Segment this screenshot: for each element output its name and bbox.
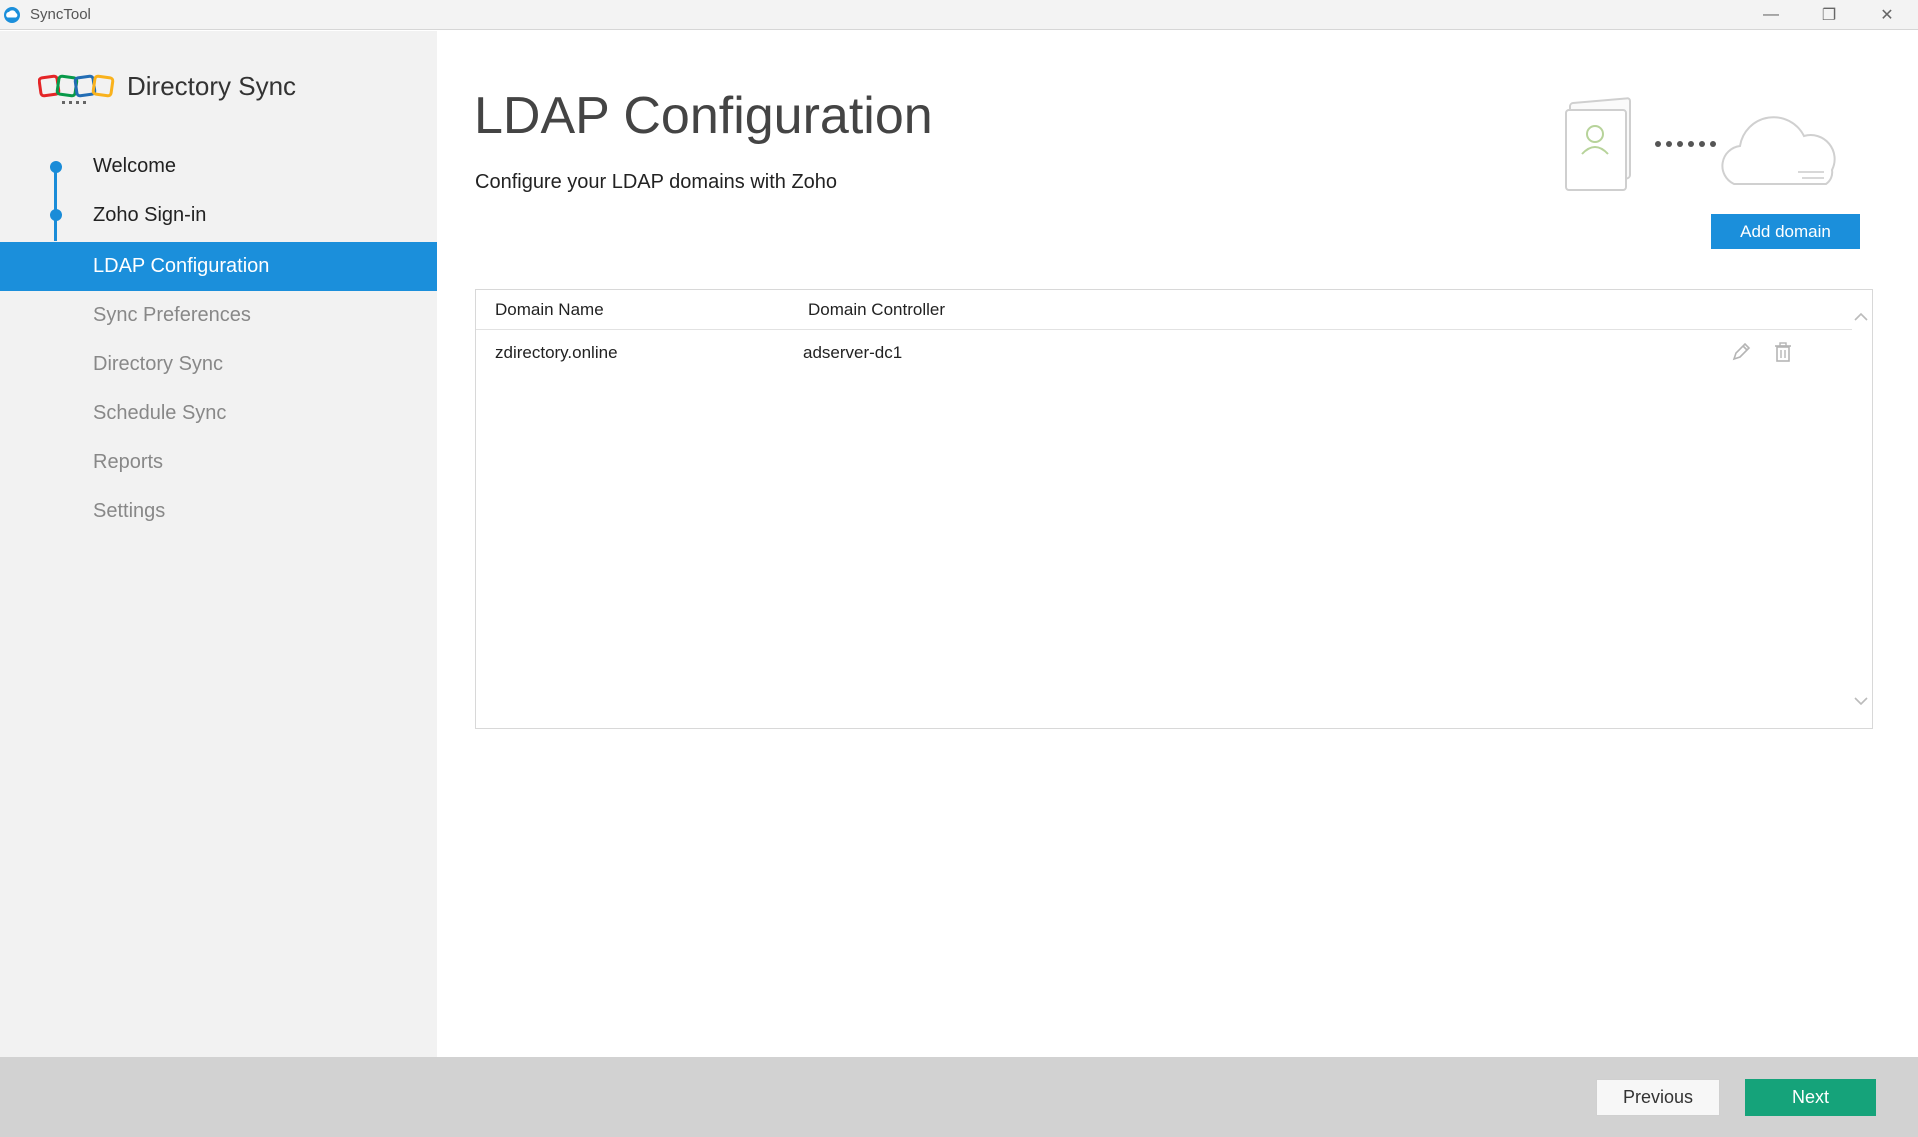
- close-icon: ✕: [1880, 7, 1894, 24]
- app-brand-title: Directory Sync: [127, 71, 297, 101]
- sidebar-item-schedule-sync[interactable]: Schedule Sync: [0, 389, 437, 438]
- sidebar-item-label: Settings: [93, 500, 166, 522]
- sidebar-item-label: Zoho Sign-in: [93, 204, 207, 226]
- sidebar-item-sync-preferences[interactable]: Sync Preferences: [0, 291, 437, 340]
- sidebar-item-welcome[interactable]: Welcome: [0, 142, 437, 191]
- sidebar-item-ldap-configuration[interactable]: LDAP Configuration: [0, 242, 437, 291]
- cell-domain-name: zdirectory.online: [495, 343, 618, 362]
- sidebar-item-label: LDAP Configuration: [93, 255, 270, 277]
- sidebar-item-zoho-sign-in[interactable]: Zoho Sign-in: [0, 191, 437, 240]
- add-domain-button[interactable]: Add domain: [1711, 214, 1860, 249]
- scroll-up-icon: [1854, 312, 1868, 321]
- connection-dots: [1655, 141, 1716, 147]
- close-button[interactable]: ✕: [1858, 0, 1916, 30]
- window-title: SyncTool: [30, 6, 91, 23]
- column-header-domain-name: Domain Name: [495, 300, 604, 319]
- edit-icon[interactable]: [1730, 341, 1752, 363]
- ldap-to-cloud-illustration: [1565, 97, 1836, 191]
- table-header: Domain Name Domain Controller: [476, 290, 1852, 330]
- zoho-logo: [38, 74, 115, 104]
- sidebar: Directory Sync Welcome Zoho Sign-in LDAP…: [0, 31, 437, 1057]
- minimize-button[interactable]: —: [1742, 0, 1800, 30]
- cell-domain-controller: adserver-dc1: [803, 343, 903, 362]
- page-subtitle: Configure your LDAP domains with Zoho: [475, 171, 838, 193]
- app-icon: [4, 6, 20, 23]
- sidebar-item-label: Welcome: [93, 155, 176, 177]
- sidebar-item-label: Directory Sync: [93, 353, 224, 375]
- restore-button[interactable]: ❐: [1800, 0, 1858, 30]
- cloud-icon: [1721, 116, 1836, 185]
- sidebar-item-directory-sync[interactable]: Directory Sync: [0, 340, 437, 389]
- domain-table: Domain Name Domain Controller zdirectory…: [475, 289, 1873, 729]
- page-title: LDAP Configuration: [474, 87, 933, 145]
- sidebar-item-reports[interactable]: Reports: [0, 438, 437, 487]
- title-bar: SyncTool — ❐ ✕: [0, 0, 1918, 30]
- sidebar-item-settings[interactable]: Settings: [0, 487, 437, 536]
- minimize-icon: —: [1763, 6, 1779, 23]
- delete-icon[interactable]: [1772, 341, 1794, 363]
- table-row[interactable]: zdirectory.online adserver-dc1: [476, 331, 1852, 375]
- scroll-down-icon: [1854, 697, 1868, 706]
- restore-icon: ❐: [1821, 7, 1837, 24]
- next-button[interactable]: Next: [1745, 1079, 1876, 1116]
- sidebar-item-label: Reports: [93, 451, 164, 473]
- previous-button[interactable]: Previous: [1596, 1079, 1720, 1116]
- table-scrollbar[interactable]: [1850, 290, 1872, 728]
- sidebar-item-label: Sync Preferences: [93, 304, 251, 326]
- column-header-domain-controller: Domain Controller: [808, 300, 945, 319]
- directory-book-icon: [1565, 97, 1631, 191]
- sidebar-item-label: Schedule Sync: [93, 402, 227, 424]
